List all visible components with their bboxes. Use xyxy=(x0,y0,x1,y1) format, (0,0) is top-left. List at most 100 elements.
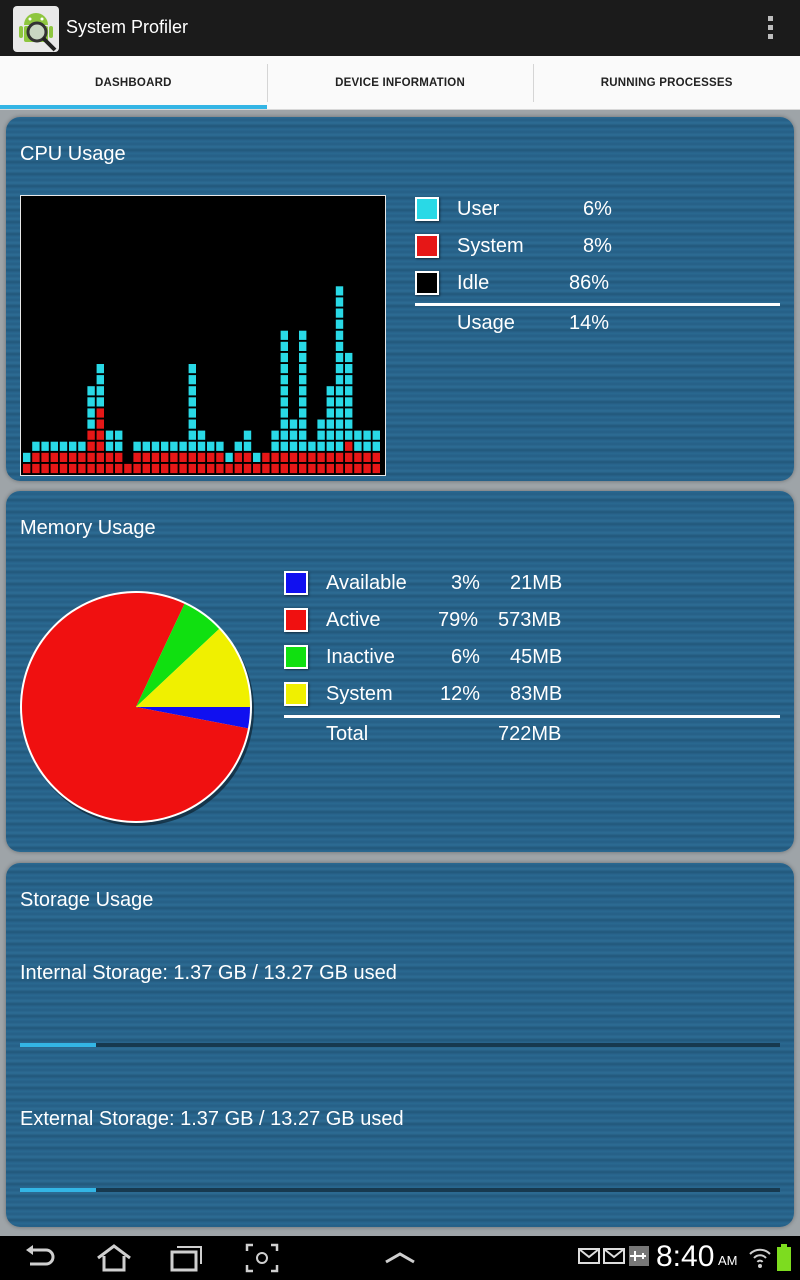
chevron-up-icon[interactable] xyxy=(384,1242,416,1274)
cpu-history-block xyxy=(124,463,132,474)
cpu-history-block xyxy=(372,463,380,474)
cpu-history-block xyxy=(105,452,114,462)
android-magnifier-icon[interactable] xyxy=(12,5,60,53)
cpu-history-block xyxy=(335,308,344,318)
screenshot-icon[interactable] xyxy=(244,1242,280,1274)
home-icon[interactable] xyxy=(94,1242,134,1274)
cpu-history-block xyxy=(271,430,279,440)
tab-dashboard[interactable]: DASHBOARD xyxy=(0,56,267,109)
cpu-history-block xyxy=(280,341,288,351)
cpu-history-block xyxy=(234,452,242,462)
cpu-history-block xyxy=(317,441,325,451)
cpu-history-block xyxy=(23,452,31,462)
cpu-history-block xyxy=(345,352,353,363)
cpu-history-block xyxy=(87,441,95,451)
cpu-history-block xyxy=(335,341,344,351)
active-color-swatch xyxy=(284,608,308,632)
cpu-history-block xyxy=(197,452,206,462)
cpu-history-block xyxy=(335,375,344,385)
storage-usage-panel: Storage Usage Internal Storage: 1.37 GB … xyxy=(6,863,794,1227)
cpu-history-block xyxy=(354,441,362,451)
cpu-history-block xyxy=(207,452,215,462)
cpu-history-block xyxy=(326,397,334,407)
cpu-legend-system: System 8% xyxy=(415,231,612,261)
cpu-history-block xyxy=(188,364,196,374)
tab-device-information[interactable]: DEVICE INFORMATION xyxy=(266,56,534,109)
memory-legend-inactive: Inactive 6% 45MB xyxy=(284,642,562,672)
cpu-history-block xyxy=(161,463,169,474)
cpu-history-block xyxy=(335,397,344,407)
cpu-history-block xyxy=(345,408,353,418)
cpu-history-block xyxy=(280,452,288,462)
external-storage-bar xyxy=(20,1188,780,1192)
cpu-history-grid xyxy=(23,286,380,474)
cpu-history-block xyxy=(372,452,380,462)
cpu-history-block xyxy=(308,441,316,451)
cpu-history-block xyxy=(41,463,49,474)
cpu-history-block xyxy=(326,419,334,429)
cpu-history-block xyxy=(170,441,178,451)
notification-email-icon xyxy=(603,1248,625,1264)
cpu-history-block xyxy=(345,441,353,451)
cpu-history-block xyxy=(271,441,279,451)
cpu-history-block xyxy=(50,463,58,474)
idle-color-swatch xyxy=(415,271,439,295)
cpu-history-block xyxy=(289,430,298,440)
cpu-history-block xyxy=(96,408,104,418)
cpu-history-block xyxy=(372,441,380,451)
cpu-history-block xyxy=(32,441,40,451)
cpu-history-block xyxy=(188,375,196,385)
cpu-history-block xyxy=(317,463,325,474)
cpu-history-block xyxy=(78,463,86,474)
cpu-history-block xyxy=(335,364,344,374)
legend-size: 573MB xyxy=(498,608,562,631)
legend-size: 83MB xyxy=(510,682,563,705)
legend-label: Inactive xyxy=(326,645,395,668)
cpu-history-block xyxy=(105,441,114,451)
cpu-history-block xyxy=(299,386,307,396)
cpu-history-block xyxy=(280,430,288,440)
cpu-history-block xyxy=(326,386,334,396)
cpu-history-block xyxy=(188,397,196,407)
tab-running-processes[interactable]: RUNNING PROCESSES xyxy=(533,56,800,109)
memory-legend-system: System 12% 83MB xyxy=(284,679,562,709)
cpu-history-block xyxy=(326,441,334,451)
cpu-history-block xyxy=(289,463,298,474)
cpu-history-block xyxy=(188,386,196,396)
cpu-history-block xyxy=(87,397,95,407)
cpu-history-block xyxy=(142,441,150,451)
cpu-history-block xyxy=(280,375,288,385)
total-label: Total xyxy=(326,722,369,745)
cpu-history-block xyxy=(96,463,104,474)
cpu-history-block xyxy=(32,452,40,462)
cpu-history-block xyxy=(179,463,187,474)
cpu-history-block xyxy=(188,452,196,462)
cpu-history-block xyxy=(197,430,206,440)
cpu-history-block xyxy=(335,286,344,296)
cpu-history-block xyxy=(299,330,307,340)
storage-usage-title: Storage Usage xyxy=(20,889,154,911)
cpu-history-block xyxy=(87,419,95,429)
cpu-history-block xyxy=(308,463,316,474)
memory-legend-available: Available 3% 21MB xyxy=(284,568,562,598)
cpu-legend-idle: Idle 86% xyxy=(415,268,609,298)
cpu-history-block xyxy=(161,441,169,451)
cpu-history-block xyxy=(50,441,58,451)
cpu-history-block xyxy=(317,430,325,440)
cpu-history-block xyxy=(96,441,104,451)
back-icon[interactable] xyxy=(22,1242,56,1274)
recent-apps-icon[interactable] xyxy=(168,1242,206,1274)
cpu-history-block xyxy=(133,441,141,451)
system-nav-bar: 8:40 AM xyxy=(0,1236,800,1280)
cpu-history-block xyxy=(363,452,371,462)
cpu-history-block xyxy=(335,352,344,363)
cpu-history-block xyxy=(289,452,298,462)
cpu-history-block xyxy=(335,386,344,396)
cpu-history-block xyxy=(317,452,325,462)
cpu-history-block xyxy=(207,463,215,474)
cpu-history-block xyxy=(335,452,344,462)
overflow-menu-icon[interactable] xyxy=(760,16,780,42)
cpu-history-block xyxy=(289,419,298,429)
cpu-history-block xyxy=(115,463,123,474)
cpu-history-block xyxy=(188,441,196,451)
